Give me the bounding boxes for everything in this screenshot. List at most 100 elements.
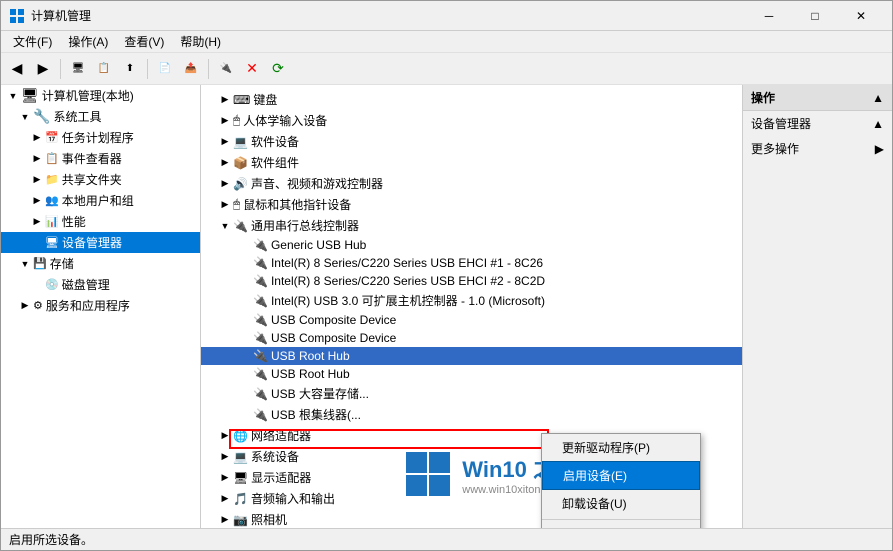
label-generic-hub: Generic USB Hub xyxy=(271,238,366,252)
left-tree-item-disk[interactable]: 💿 磁盘管理 xyxy=(1,274,200,295)
toolbar-delete[interactable]: ✕ xyxy=(240,57,264,81)
label-svcapp: 服务和应用程序 xyxy=(46,297,130,314)
toolbar-btn4[interactable]: 📄 xyxy=(153,57,177,81)
label-mouse: 鼠标和其他指针设备 xyxy=(243,196,351,213)
label-perf: 性能 xyxy=(62,213,86,230)
left-tree-item-event[interactable]: ▶ 📋 事件查看器 xyxy=(1,148,200,169)
left-tree-item-users[interactable]: ▶ 👥 本地用户和组 xyxy=(1,190,200,211)
ctx-scan[interactable]: 扫描检测硬件改动(A) xyxy=(542,522,700,528)
ctx-sep1 xyxy=(542,519,700,520)
toolbar-sep-2 xyxy=(147,59,148,79)
left-tree-item-perf[interactable]: ▶ 📊 性能 xyxy=(1,211,200,232)
icon-mouse: 🖱 xyxy=(233,197,240,212)
dev-usb-composite1[interactable]: 🔌 USB Composite Device xyxy=(201,311,742,329)
icon-hid: 🖱 xyxy=(233,113,240,128)
toolbar-btn5[interactable]: 📤 xyxy=(179,57,203,81)
label-audio: 音频输入和输出 xyxy=(251,490,335,507)
title-bar: 计算机管理 ─ □ ✕ xyxy=(1,1,892,31)
toolbar-btn6[interactable]: 🔌 xyxy=(214,57,238,81)
dev-usb-root-hub1[interactable]: 🔌 USB Root Hub xyxy=(201,347,742,365)
dev-intel-ehci1[interactable]: 🔌 Intel(R) 8 Series/C220 Series USB EHCI… xyxy=(201,254,742,272)
label-swdev: 软件设备 xyxy=(251,133,299,150)
arrow-shared: ▶ xyxy=(29,174,45,185)
arrow-display: ▶ xyxy=(217,472,233,483)
dev-intel-usb3[interactable]: 🔌 Intel(R) USB 3.0 可扩展主机控制器 - 1.0 (Micro… xyxy=(201,290,742,311)
icon-svcapp: ⚙ xyxy=(33,299,43,312)
dev-mouse[interactable]: ▶ 🖱 鼠标和其他指针设备 xyxy=(201,194,742,215)
icon-usb-composite2: 🔌 xyxy=(253,331,268,345)
toolbar-refresh[interactable]: ⟳ xyxy=(266,57,290,81)
right-panel-arrow: ▲ xyxy=(872,91,884,105)
label-usb-composite2: USB Composite Device xyxy=(271,331,396,345)
dev-swcomp[interactable]: ▶ 📦 软件组件 xyxy=(201,152,742,173)
left-tree-item-devmgr[interactable]: 🖥 设备管理器 xyxy=(1,232,200,253)
label-usb-mass: USB 大容量存储... xyxy=(271,385,369,402)
label-swcomp: 软件组件 xyxy=(251,154,299,171)
toolbar-back[interactable]: ◀ xyxy=(5,57,29,81)
left-tree-item-root[interactable]: ▼ 🖥 计算机管理(本地) xyxy=(1,85,200,106)
toolbar-btn2[interactable]: 📋 xyxy=(92,57,116,81)
right-panel-more-arrow: ▶ xyxy=(875,142,884,156)
icon-usb: 🔌 xyxy=(233,219,248,233)
toolbar-forward[interactable]: ▶ xyxy=(31,57,55,81)
toolbar-btn1[interactable]: 🖥 xyxy=(66,57,90,81)
arrow-mouse: ▶ xyxy=(217,199,233,210)
label-usb: 通用串行总线控制器 xyxy=(251,217,359,234)
right-panel-devmgr[interactable]: 设备管理器 ▲ xyxy=(743,111,892,136)
icon-display: 🖥 xyxy=(233,471,248,485)
menu-bar: 文件(F) 操作(A) 查看(V) 帮助(H) xyxy=(1,31,892,53)
label-usb-root3: USB 根集线器(... xyxy=(271,406,361,423)
dev-usb-controller[interactable]: ▼ 🔌 通用串行总线控制器 xyxy=(201,215,742,236)
dev-usb-root3[interactable]: 🔌 USB 根集线器(... xyxy=(201,404,742,425)
left-tree-item-storage[interactable]: ▼ 💾 存储 xyxy=(1,253,200,274)
label-sysdev: 系统设备 xyxy=(251,448,299,465)
icon-intel-ehci2: 🔌 xyxy=(253,274,268,288)
icon-usb-mass: 🔌 xyxy=(253,387,268,401)
dev-hid[interactable]: ▶ 🖱 人体学输入设备 xyxy=(201,110,742,131)
dev-usb-root-hub2[interactable]: 🔌 USB Root Hub xyxy=(201,365,742,383)
maximize-button[interactable]: □ xyxy=(792,1,838,31)
icon-audio: 🎵 xyxy=(233,492,248,506)
dev-intel-ehci2[interactable]: 🔌 Intel(R) 8 Series/C220 Series USB EHCI… xyxy=(201,272,742,290)
icon-camera: 📷 xyxy=(233,513,248,527)
icon-keyboard: ⌨ xyxy=(233,93,250,107)
menu-help[interactable]: 帮助(H) xyxy=(172,31,229,52)
dev-usb-composite2[interactable]: 🔌 USB Composite Device xyxy=(201,329,742,347)
dev-swdev[interactable]: ▶ 💻 软件设备 xyxy=(201,131,742,152)
main-content: ▼ 🖥 计算机管理(本地) ▼ 🔧 系统工具 ▶ 📅 任务计划程序 ▶ 📋 事件… xyxy=(1,85,892,528)
label-disk: 磁盘管理 xyxy=(62,276,110,293)
left-tree-item-sys[interactable]: ▼ 🔧 系统工具 xyxy=(1,106,200,127)
minimize-button[interactable]: ─ xyxy=(746,1,792,31)
menu-file[interactable]: 文件(F) xyxy=(5,31,60,52)
dev-keyboard[interactable]: ▶ ⌨ 键盘 xyxy=(201,89,742,110)
icon-disk: 💿 xyxy=(45,278,59,291)
label-users: 本地用户和组 xyxy=(62,192,134,209)
dev-sound[interactable]: ▶ 🔊 声音、视频和游戏控制器 xyxy=(201,173,742,194)
arrow-usb: ▼ xyxy=(217,221,233,231)
left-tree-item-task[interactable]: ▶ 📅 任务计划程序 xyxy=(1,127,200,148)
icon-event: 📋 xyxy=(45,152,59,165)
close-button[interactable]: ✕ xyxy=(838,1,884,31)
dev-generic-hub[interactable]: 🔌 Generic USB Hub xyxy=(201,236,742,254)
label-usb-root-hub1: USB Root Hub xyxy=(271,349,350,363)
icon-sysdev: 💻 xyxy=(233,450,248,464)
label-sys: 系统工具 xyxy=(53,108,101,125)
dev-usb-mass[interactable]: 🔌 USB 大容量存储... xyxy=(201,383,742,404)
arrow-sysdev: ▶ xyxy=(217,451,233,462)
icon-swcomp: 📦 xyxy=(233,156,248,170)
label-devmgr: 设备管理器 xyxy=(62,234,122,251)
label-hid: 人体学输入设备 xyxy=(243,112,327,129)
left-tree-item-svcapp[interactable]: ▶ ⚙ 服务和应用程序 xyxy=(1,295,200,316)
ctx-enable-device[interactable]: 启用设备(E) xyxy=(542,461,700,490)
menu-action[interactable]: 操作(A) xyxy=(60,31,116,52)
right-panel-more[interactable]: 更多操作 ▶ xyxy=(743,136,892,161)
icon-storage: 💾 xyxy=(33,257,47,270)
menu-view[interactable]: 查看(V) xyxy=(116,31,172,52)
ctx-uninstall[interactable]: 卸载设备(U) xyxy=(542,490,700,517)
icon-users: 👥 xyxy=(45,194,59,207)
icon-sound: 🔊 xyxy=(233,177,248,191)
ctx-update-driver[interactable]: 更新驱动程序(P) xyxy=(542,434,700,461)
toolbar-btn3[interactable]: ⬆ xyxy=(118,57,142,81)
middle-panel: ▶ ⌨ 键盘 ▶ 🖱 人体学输入设备 ▶ 💻 软件设备 xyxy=(201,85,742,528)
left-tree-item-shared[interactable]: ▶ 📁 共享文件夹 xyxy=(1,169,200,190)
